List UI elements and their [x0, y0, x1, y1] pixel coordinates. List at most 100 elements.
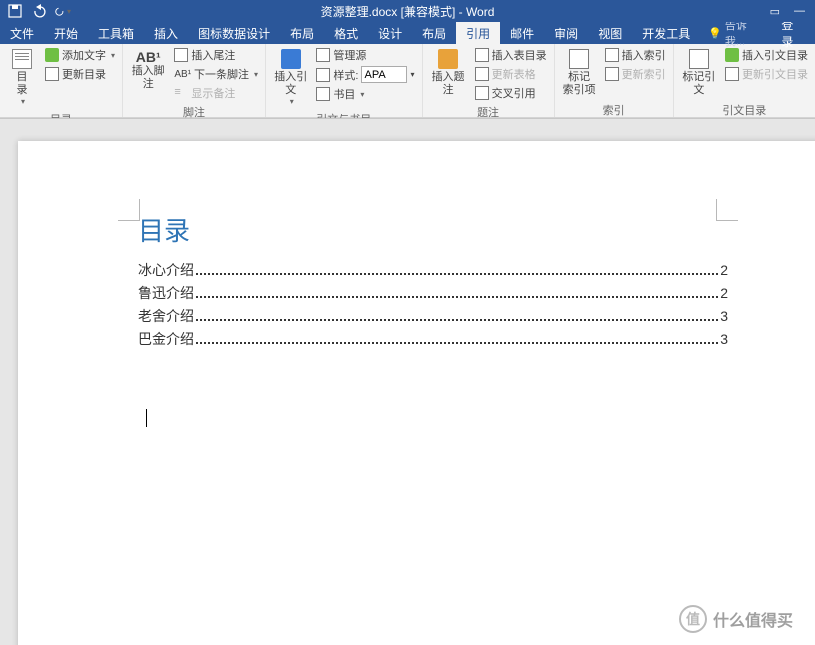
add-text-icon [45, 48, 59, 62]
tab-chartdesign[interactable]: 图标数据设计 [188, 22, 280, 44]
tab-references[interactable]: 引用 [456, 22, 500, 44]
group-toa-label: 引文目录 [678, 100, 811, 120]
insert-footnote-button[interactable]: AB¹ 插入脚注 [127, 46, 169, 102]
insert-toa-button[interactable]: 插入引文目录 [722, 46, 811, 64]
update-index-icon [605, 67, 619, 81]
margin-corner-tr [716, 199, 738, 221]
group-citations: 插入引文 管理源 样式: ▾ 书目 引文与书目 [266, 44, 422, 117]
toc-entry-page: 2 [720, 285, 728, 301]
undo-icon[interactable] [30, 2, 48, 20]
toc-entry-title: 巴金介绍 [138, 329, 194, 349]
mark-citation-button[interactable]: 标记引文 [678, 46, 720, 100]
toc-entry[interactable]: 鲁迅介绍 2 [138, 283, 728, 303]
watermark: 值 什么值得买 [679, 605, 793, 633]
update-toc-label: 更新目录 [62, 66, 106, 82]
document-area[interactable]: 目录 冰心介绍 2 鲁迅介绍 2 老舍介绍 3 巴金介绍3 [0, 118, 815, 645]
toc-entry-title: 冰心介绍 [138, 260, 194, 280]
bibliography-icon [316, 87, 330, 101]
document-title: 资源整理.docx [兼容模式] - Word [321, 3, 495, 20]
tab-insert[interactable]: 插入 [144, 22, 188, 44]
insert-tof-button[interactable]: 插入表目录 [472, 46, 550, 64]
toc-button[interactable]: 目 录 [4, 46, 40, 109]
mark-citation-label: 标记引文 [682, 71, 716, 97]
toc-entries: 冰心介绍 2 鲁迅介绍 2 老舍介绍 3 巴金介绍3 [138, 260, 728, 349]
update-index-label: 更新索引 [622, 66, 666, 82]
next-footnote-button[interactable]: AB¹下一条脚注 [171, 65, 261, 83]
insert-citation-button[interactable]: 插入引文 [270, 46, 311, 109]
toc-heading: 目录 [138, 211, 728, 248]
tab-design[interactable]: 设计 [368, 22, 412, 44]
update-toa-icon [725, 67, 739, 81]
watermark-text: 什么值得买 [713, 607, 793, 631]
toc-entry-page: 2 [720, 262, 728, 278]
quick-access-toolbar [0, 2, 72, 20]
update-toc-button[interactable]: 更新目录 [42, 65, 118, 83]
toc-entry[interactable]: 巴金介绍3 [138, 329, 728, 349]
tab-layout[interactable]: 布局 [280, 22, 324, 44]
style-select[interactable] [361, 66, 407, 83]
chevron-down-icon[interactable]: ▾ [410, 70, 414, 79]
next-footnote-icon: AB¹ [174, 69, 191, 80]
margin-corner-tl [118, 199, 140, 221]
tab-toolbox[interactable]: 工具箱 [88, 22, 144, 44]
login-button[interactable]: 登录 [769, 22, 815, 44]
caption-icon [438, 49, 458, 69]
cross-ref-label: 交叉引用 [492, 85, 536, 101]
tab-file[interactable]: 文件 [0, 22, 44, 44]
toc-leader-dots [196, 273, 718, 275]
bibliography-button[interactable]: 书目 [313, 85, 417, 103]
update-toa-button[interactable]: 更新引文目录 [722, 65, 811, 83]
show-notes-button[interactable]: ≡显示备注 [171, 84, 261, 102]
insert-index-label: 插入索引 [622, 47, 666, 63]
toc-entry-page: 3 [720, 308, 728, 324]
manage-sources-button[interactable]: 管理源 [313, 46, 417, 64]
window-controls: ▭ — [770, 5, 815, 18]
cross-ref-button[interactable]: 交叉引用 [472, 84, 550, 102]
ribbon: 目 录 添加文字 更新目录 目录 AB¹ 插入脚注 插入尾注 AB¹下一条脚注 … [0, 44, 815, 118]
manage-sources-label: 管理源 [333, 47, 366, 63]
toc-entry-title: 老舍介绍 [138, 306, 194, 326]
toc-icon [12, 49, 32, 69]
style-label: 样式: [333, 67, 358, 83]
insert-endnote-button[interactable]: 插入尾注 [171, 46, 261, 64]
style-icon [316, 68, 330, 82]
title-bar: 资源整理.docx [兼容模式] - Word ▭ — [0, 0, 815, 22]
tab-developer[interactable]: 开发工具 [632, 22, 700, 44]
add-text-button[interactable]: 添加文字 [42, 46, 118, 64]
tell-me-search[interactable]: 💡 告诉我... [700, 22, 769, 44]
toc-leader-dots [196, 319, 718, 321]
insert-index-button[interactable]: 插入索引 [602, 46, 669, 64]
insert-toa-label: 插入引文目录 [742, 47, 808, 63]
tab-mailings[interactable]: 邮件 [500, 22, 544, 44]
update-index-button[interactable]: 更新索引 [602, 65, 669, 83]
update-table-button[interactable]: 更新表格 [472, 65, 550, 83]
insert-caption-label: 插入题注 [431, 71, 466, 97]
toc-leader-dots [196, 296, 718, 298]
toc-entry[interactable]: 冰心介绍 2 [138, 260, 728, 280]
save-icon[interactable] [6, 2, 24, 20]
tab-view[interactable]: 视图 [588, 22, 632, 44]
update-table-icon [475, 67, 489, 81]
insert-citation-label: 插入引文 [274, 71, 307, 97]
group-captions: 插入题注 插入表目录 更新表格 交叉引用 题注 [423, 44, 555, 117]
group-toa: 标记引文 插入引文目录 更新引文目录 引文目录 [674, 44, 815, 117]
minimize-icon[interactable]: — [794, 5, 805, 18]
tab-format[interactable]: 格式 [324, 22, 368, 44]
toc-entry-title: 鲁迅介绍 [138, 283, 194, 303]
tab-home[interactable]: 开始 [44, 22, 88, 44]
insert-caption-button[interactable]: 插入题注 [427, 46, 470, 102]
toc-entry[interactable]: 老舍介绍 3 [138, 306, 728, 326]
mark-entry-button[interactable]: 标记 索引项 [559, 46, 600, 100]
group-index-label: 索引 [559, 100, 669, 120]
update-table-label: 更新表格 [492, 66, 536, 82]
tab-pagelayout[interactable]: 布局 [412, 22, 456, 44]
update-toa-label: 更新引文目录 [742, 66, 808, 82]
redo-icon[interactable] [54, 2, 72, 20]
mark-citation-icon [689, 49, 709, 69]
ribbon-options-icon[interactable]: ▭ [770, 5, 780, 18]
add-text-label: 添加文字 [62, 47, 106, 63]
tab-review[interactable]: 审阅 [544, 22, 588, 44]
show-notes-icon: ≡ [174, 86, 188, 100]
update-toc-icon [45, 67, 59, 81]
page[interactable]: 目录 冰心介绍 2 鲁迅介绍 2 老舍介绍 3 巴金介绍3 [18, 141, 815, 645]
